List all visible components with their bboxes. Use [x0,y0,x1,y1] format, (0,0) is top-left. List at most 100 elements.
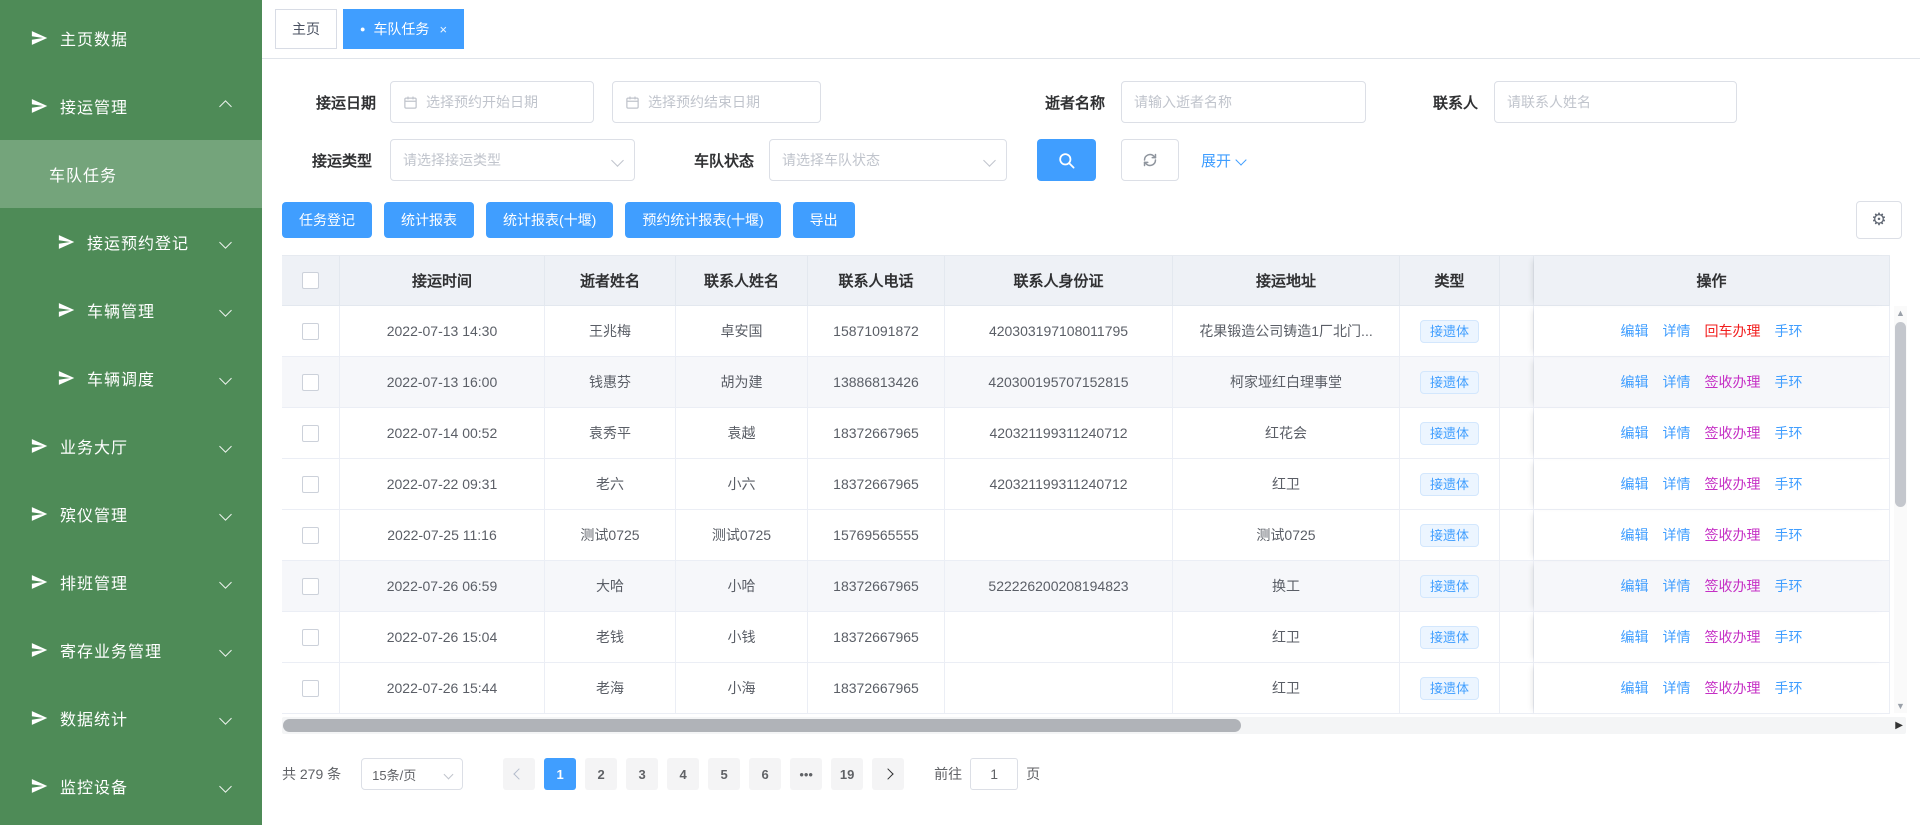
tab-fleet-tasks[interactable]: ●车队任务× [343,9,464,49]
action-wristband[interactable]: 手环 [1775,627,1803,647]
next-page-button[interactable] [872,758,904,790]
action-sign-process[interactable]: 签收办理 [1705,474,1761,494]
send-icon [30,505,48,523]
action-edit[interactable]: 编辑 [1621,627,1649,647]
action-detail[interactable]: 详情 [1663,525,1691,545]
sidebar-item-vehicle-mgmt[interactable]: 车辆管理 [0,276,262,344]
col-header: 联系人身份证 [945,256,1173,306]
expand-toggle[interactable]: 展开 [1201,150,1245,171]
sidebar-item-fleet-tasks[interactable]: 车队任务 [0,140,262,208]
page-button-19[interactable]: 19 [831,758,863,790]
page-button-5[interactable]: 5 [708,758,740,790]
sidebar-item-funeral-mgmt[interactable]: 殡仪管理 [0,480,262,548]
stats-report-shiyan-button[interactable]: 统计报表(十堰) [486,202,613,238]
sidebar-item-business-hall[interactable]: 业务大厅 [0,412,262,480]
action-edit[interactable]: 编辑 [1621,372,1649,392]
page-button-4[interactable]: 4 [667,758,699,790]
action-wristband[interactable]: 手环 [1775,372,1803,392]
action-edit[interactable]: 编辑 [1621,474,1649,494]
row-checkbox[interactable] [302,425,319,442]
action-sign-process[interactable]: 签收办理 [1705,423,1761,443]
action-detail[interactable]: 详情 [1663,423,1691,443]
cell-value: 红花会 [1265,423,1307,443]
tab-home[interactable]: 主页 [275,9,337,49]
chevron-down-icon [219,644,232,657]
prev-page-button[interactable] [503,758,535,790]
action-wristband[interactable]: 手环 [1775,678,1803,698]
row-checkbox[interactable] [302,578,319,595]
vertical-scrollbar-thumb[interactable] [1895,322,1906,507]
action-wristband[interactable]: 手环 [1775,474,1803,494]
action-detail[interactable]: 详情 [1663,321,1691,341]
action-edit[interactable]: 编辑 [1621,678,1649,698]
page-button-1[interactable]: 1 [544,758,576,790]
select-all-checkbox[interactable] [302,272,319,289]
action-return-process[interactable]: 回车办理 [1705,321,1761,341]
sidebar-item-shift-mgmt[interactable]: 排班管理 [0,548,262,616]
sidebar-item-label: 殡仪管理 [60,502,128,526]
row-checkbox[interactable] [302,629,319,646]
page-size-select[interactable]: 15条/页 [361,758,463,790]
row-checkbox[interactable] [302,527,319,544]
horizontal-scrollbar[interactable]: ▶ [282,717,1906,734]
action-edit[interactable]: 编辑 [1621,525,1649,545]
row-checkbox[interactable] [302,680,319,697]
sidebar-item-transfer-mgmt[interactable]: 接运管理 [0,72,262,140]
table-settings-button[interactable]: ⚙ [1856,201,1902,239]
pager-more[interactable]: ••• [790,758,822,790]
action-sign-process[interactable]: 签收办理 [1705,525,1761,545]
action-detail[interactable]: 详情 [1663,678,1691,698]
close-icon[interactable]: × [439,22,447,37]
action-edit[interactable]: 编辑 [1621,423,1649,443]
sidebar-item-vehicle-dispatch[interactable]: 车辆调度 [0,344,262,412]
page-button-2[interactable]: 2 [585,758,617,790]
action-wristband[interactable]: 手环 [1775,321,1803,341]
sidebar-item-home-data[interactable]: 主页数据 [0,4,262,72]
action-edit[interactable]: 编辑 [1621,321,1649,341]
search-button[interactable] [1037,139,1096,181]
type-cell: 接遗体 [1400,612,1500,663]
refresh-button[interactable] [1121,139,1179,181]
booking-stats-report-shiyan-button[interactable]: 预约统计报表(十堰) [625,202,780,238]
action-wristband[interactable]: 手环 [1775,423,1803,443]
fleet-status-select[interactable]: 请选择车队状态 [769,139,1007,181]
task-register-button[interactable]: 任务登记 [282,202,372,238]
action-sign-process[interactable]: 签收办理 [1705,627,1761,647]
table-row: 2022-07-26 15:04老钱小钱18372667965红卫接遗体编辑详情… [282,612,1890,663]
action-detail[interactable]: 详情 [1663,474,1691,494]
vertical-scrollbar[interactable]: ▲ ▼ [1894,306,1907,713]
scroll-right-icon[interactable]: ▶ [1895,721,1903,731]
spacer-cell [1500,612,1534,663]
scroll-up-icon[interactable]: ▲ [1896,306,1905,320]
contact-input[interactable] [1494,81,1737,123]
action-sign-process[interactable]: 签收办理 [1705,576,1761,596]
action-wristband[interactable]: 手环 [1775,525,1803,545]
action-detail[interactable]: 详情 [1663,372,1691,392]
sidebar-item-transfer-booking[interactable]: 接运预约登记 [0,208,262,276]
stats-report-button[interactable]: 统计报表 [384,202,474,238]
page-button-6[interactable]: 6 [749,758,781,790]
action-wristband[interactable]: 手环 [1775,576,1803,596]
goto-page-input[interactable] [970,758,1018,790]
row-select-cell [282,663,340,714]
action-detail[interactable]: 详情 [1663,576,1691,596]
export-button[interactable]: 导出 [793,202,855,238]
sidebar-item-monitoring[interactable]: 监控设备 [0,752,262,820]
row-checkbox[interactable] [302,374,319,391]
cell-value: 老海 [596,678,624,698]
scroll-down-icon[interactable]: ▼ [1896,699,1905,713]
pickup-type-select[interactable]: 请选择接运类型 [390,139,635,181]
action-edit[interactable]: 编辑 [1621,576,1649,596]
action-sign-process[interactable]: 签收办理 [1705,372,1761,392]
date-start-input[interactable]: 选择预约开始日期 [390,81,594,123]
sidebar-item-storage-mgmt[interactable]: 寄存业务管理 [0,616,262,684]
horizontal-scrollbar-thumb[interactable] [283,719,1241,732]
action-sign-process[interactable]: 签收办理 [1705,678,1761,698]
row-checkbox[interactable] [302,476,319,493]
deceased-name-input[interactable] [1121,81,1366,123]
row-checkbox[interactable] [302,323,319,340]
page-button-3[interactable]: 3 [626,758,658,790]
action-detail[interactable]: 详情 [1663,627,1691,647]
date-end-input[interactable]: 选择预约结束日期 [612,81,821,123]
sidebar-item-data-stats[interactable]: 数据统计 [0,684,262,752]
